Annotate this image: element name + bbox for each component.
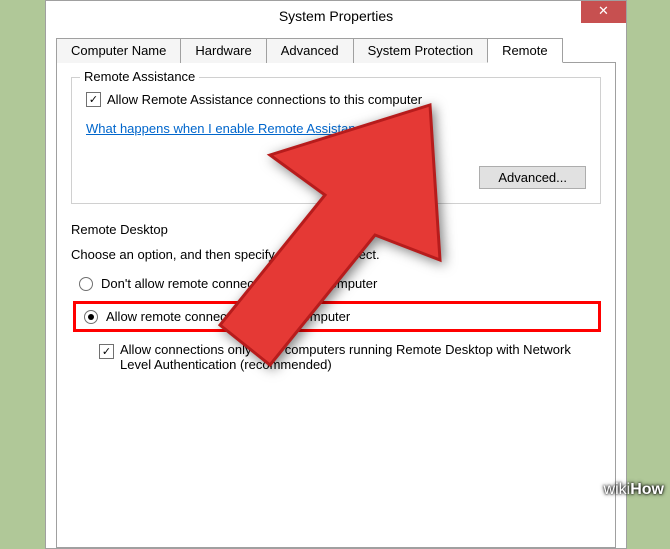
tab-strip: Computer Name Hardware Advanced System P… — [56, 37, 616, 63]
tab-body-remote: Remote Assistance ✓ Allow Remote Assista… — [56, 63, 616, 548]
remote-desktop-desc: Choose an option, and then specify who c… — [71, 247, 601, 262]
window-title: System Properties — [279, 8, 393, 24]
titlebar: System Properties ✕ — [46, 1, 626, 31]
tab-hardware[interactable]: Hardware — [180, 38, 266, 63]
radio-allow-label: Allow remote connections to this compute… — [106, 309, 350, 324]
nla-checkbox[interactable]: ✓ — [99, 344, 114, 359]
ra-help-link[interactable]: What happens when I enable Remote Assist… — [86, 121, 377, 136]
close-button[interactable]: ✕ — [581, 1, 626, 23]
allow-ra-label: Allow Remote Assistance connections to t… — [107, 92, 422, 107]
tab-computer-name[interactable]: Computer Name — [56, 38, 181, 63]
tab-remote[interactable]: Remote — [487, 38, 563, 63]
radio-dont-allow-label: Don't allow remote connections to this c… — [101, 276, 377, 291]
allow-ra-checkbox[interactable]: ✓ — [86, 92, 101, 107]
remote-desktop-legend: Remote Desktop — [71, 222, 601, 237]
tab-container: Computer Name Hardware Advanced System P… — [56, 37, 616, 548]
tab-system-protection[interactable]: System Protection — [353, 38, 489, 63]
remote-assistance-group: Remote Assistance ✓ Allow Remote Assista… — [71, 77, 601, 204]
remote-desktop-group: Remote Desktop Choose an option, and the… — [71, 222, 601, 372]
radio-allow-row[interactable]: Allow remote connections to this compute… — [73, 301, 601, 332]
wikihow-watermark: wikiHow — [604, 481, 664, 499]
radio-allow[interactable] — [84, 310, 98, 324]
allow-ra-row[interactable]: ✓ Allow Remote Assistance connections to… — [86, 92, 586, 107]
radio-dont-allow-row[interactable]: Don't allow remote connections to this c… — [79, 276, 601, 291]
nla-checkbox-row[interactable]: ✓ Allow connections only from computers … — [99, 342, 601, 372]
ra-advanced-button[interactable]: Advanced... — [479, 166, 586, 189]
radio-dont-allow[interactable] — [79, 277, 93, 291]
system-properties-window: System Properties ✕ Computer Name Hardwa… — [45, 0, 627, 549]
close-icon: ✕ — [598, 3, 609, 18]
nla-label: Allow connections only from computers ru… — [120, 342, 601, 372]
remote-assistance-legend: Remote Assistance — [80, 69, 199, 84]
tab-advanced[interactable]: Advanced — [266, 38, 354, 63]
